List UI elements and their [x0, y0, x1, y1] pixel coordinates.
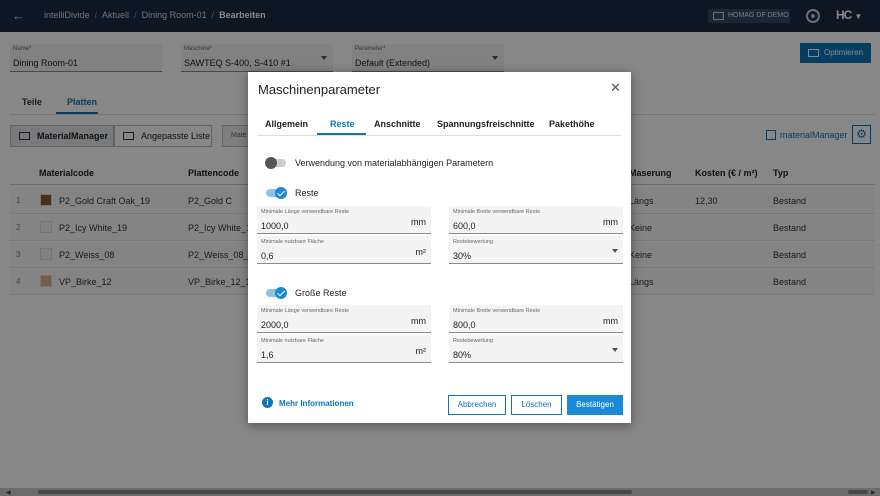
tab-pakethoehe[interactable]: Pakethöhe — [549, 119, 595, 129]
field-unit: m² — [415, 247, 427, 257]
field-label: Restebewertung — [453, 338, 494, 344]
close-icon[interactable]: ✕ — [610, 80, 621, 96]
tab-anschnitte[interactable]: Anschnitte — [374, 119, 421, 129]
reste-section-label: Reste — [295, 188, 319, 198]
field-label: Minimale nutzbare Fläche — [261, 338, 324, 344]
grosse-min-area-field[interactable]: Minimale nutzbare Fläche 1,6 m² — [257, 335, 431, 363]
info-icon: i — [262, 397, 273, 408]
active-tab-indicator — [317, 133, 366, 135]
field-unit: m² — [415, 346, 427, 356]
machine-parameters-dialog: Maschinenparameter ✕ Allgemein Reste Ans… — [248, 72, 631, 423]
dropdown-arrow-icon — [612, 348, 618, 352]
reste-min-length-field[interactable]: Minimale Länge verwendbare Reste 1000,0 … — [257, 206, 431, 234]
dropdown-arrow-icon — [612, 249, 618, 253]
grosse-reste-section-label: Große Reste — [295, 288, 347, 298]
tab-spannungsfreischnitte[interactable]: Spannungsfreischnitte — [437, 119, 535, 129]
field-label: Minimale nutzbare Fläche — [261, 239, 324, 245]
more-information-label: Mehr Informationen — [279, 399, 354, 408]
field-unit: mm — [411, 316, 426, 326]
tab-reste[interactable]: Reste — [330, 119, 355, 129]
material-parameters-label: Verwendung von materialabhängigen Parame… — [295, 158, 494, 168]
field-value: 600,0 — [453, 221, 476, 231]
field-label: Minimale Breite verwendbare Reste — [453, 308, 541, 314]
delete-button[interactable]: Löschen — [511, 395, 562, 415]
confirm-button[interactable]: Bestätigen — [567, 395, 623, 415]
grosse-reste-toggle[interactable] — [266, 287, 287, 299]
toggle-knob — [265, 157, 277, 169]
material-parameters-toggle[interactable] — [265, 157, 286, 169]
reste-rating-select[interactable]: Restebewertung 30% — [449, 236, 623, 264]
field-value: 1000,0 — [261, 221, 289, 231]
field-unit: mm — [411, 217, 426, 227]
tab-allgemein[interactable]: Allgemein — [265, 119, 308, 129]
toggle-check-icon — [275, 287, 287, 299]
field-value: 800,0 — [453, 320, 476, 330]
grosse-min-width-field[interactable]: Minimale Breite verwendbare Reste 800,0 … — [449, 305, 623, 333]
toggle-check-icon — [275, 187, 287, 199]
field-label: Minimale Breite verwendbare Reste — [453, 209, 541, 215]
field-value: 80% — [453, 350, 472, 360]
field-unit: mm — [603, 316, 618, 326]
cancel-button[interactable]: Abbrechen — [448, 395, 506, 415]
field-label: Restebewertung — [453, 239, 494, 245]
field-value: 2000,0 — [261, 320, 289, 330]
dialog-title: Maschinenparameter — [258, 82, 381, 97]
reste-min-width-field[interactable]: Minimale Breite verwendbare Reste 600,0 … — [449, 206, 623, 234]
field-label: Minimale Länge verwendbare Reste — [261, 209, 350, 215]
field-unit: mm — [603, 217, 618, 227]
reste-min-area-field[interactable]: Minimale nutzbare Fläche 0,6 m² — [257, 236, 431, 264]
reste-toggle[interactable] — [266, 187, 287, 199]
field-value: 1,6 — [261, 350, 274, 360]
field-value: 0,6 — [261, 251, 274, 261]
grosse-rating-select[interactable]: Restebewertung 80% — [449, 335, 623, 363]
more-information-link[interactable]: i Mehr Informationen — [262, 397, 354, 408]
grosse-min-length-field[interactable]: Minimale Länge verwendbare Reste 2000,0 … — [257, 305, 431, 333]
field-value: 30% — [453, 251, 472, 261]
tab-divider — [257, 135, 621, 136]
field-label: Minimale Länge verwendbare Reste — [261, 308, 350, 314]
